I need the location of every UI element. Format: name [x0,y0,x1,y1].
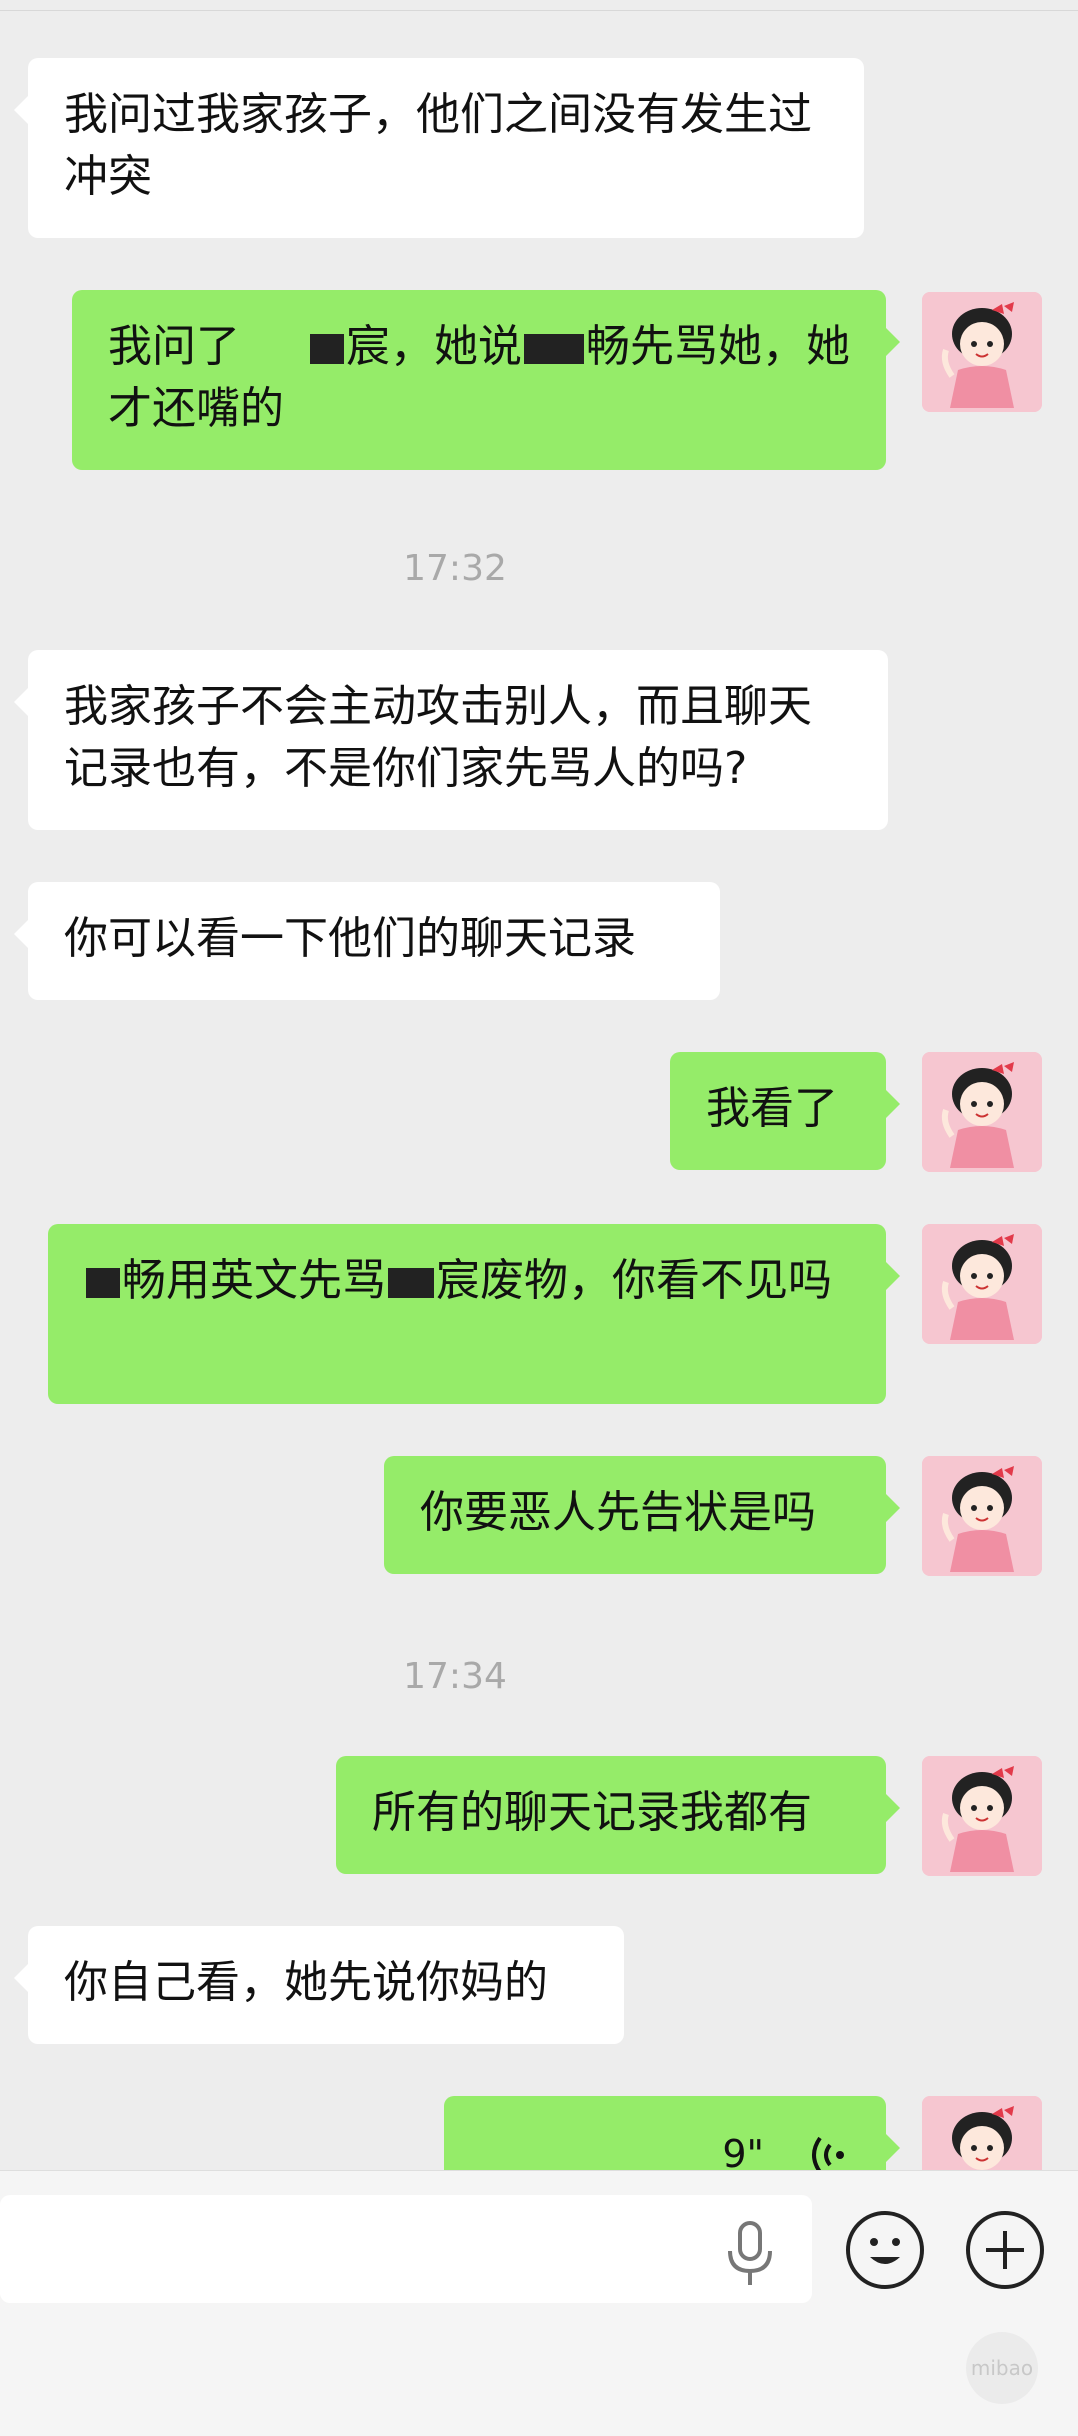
message-bubble-outgoing[interactable]: 你要恶人先告状是吗 [384,1456,900,1574]
message-text: 宸废物，你看不见吗 [436,1255,832,1306]
timestamp: 17:34 [403,1656,507,1697]
message-text: 我家孩子不会主动攻击别人，而且聊天记录也有，不是你们家先骂人的吗? [64,681,812,794]
bottom-area: mibao [0,2320,1078,2436]
avatar[interactable] [922,2096,1042,2170]
message-bubble-outgoing[interactable]: 所有的聊天记录我都有 [336,1756,900,1874]
redaction-mark [86,1268,120,1298]
timestamp: 17:32 [403,548,507,589]
message-text: 我问过我家孩子，他们之间没有发生过冲突 [64,89,812,202]
message-text: 你自己看，她先说你妈的 [64,1957,548,2008]
message-bubble-outgoing[interactable]: 畅用英文先骂 宸废物，你看不见吗 [48,1224,900,1404]
message-bubble-incoming[interactable]: 你自己看，她先说你妈的 [14,1926,624,2044]
voice-wave-icon [812,2136,844,2170]
message-text: 畅用英文先骂 [122,1255,386,1306]
avatar[interactable] [922,1224,1042,1344]
avatar[interactable] [922,1756,1042,1876]
voice-message-bubble[interactable]: 9" [444,2096,900,2170]
avatar[interactable] [922,1052,1042,1172]
microphone-icon[interactable] [722,2219,778,2289]
redaction-mark [310,334,344,364]
message-bubble-incoming[interactable]: 我问过我家孩子，他们之间没有发生过冲突 [14,58,864,238]
message-bubble-outgoing[interactable]: 我问了 宸，她说 畅先骂她，她才还嘴的 [72,290,900,470]
redaction-mark [524,334,584,364]
message-text: 你可以看一下他们的聊天记录 [64,913,636,964]
message-text: 我看了 [706,1083,838,1134]
voice-duration: 9" [722,2132,764,2170]
redaction-mark [388,1268,434,1298]
plus-icon[interactable] [966,2211,1044,2289]
emoji-icon[interactable] [846,2211,924,2289]
message-text: 所有的聊天记录我都有 [372,1787,812,1838]
message-bubble-incoming[interactable]: 你可以看一下他们的聊天记录 [14,882,720,1000]
chat-area[interactable]: 我问过我家孩子，他们之间没有发生过冲突 我问了 宸，她说 畅先骂她，她才还嘴的 17… [0,0,1078,2170]
watermark: mibao [966,2332,1038,2404]
message-text: 宸，她说 [346,321,522,372]
message-bubble-incoming[interactable]: 我家孩子不会主动攻击别人，而且聊天记录也有，不是你们家先骂人的吗? [14,650,888,830]
message-text: 我问了 [108,321,240,372]
avatar[interactable] [922,1456,1042,1576]
message-bubble-outgoing[interactable]: 我看了 [670,1052,900,1170]
message-text: 你要恶人先告状是吗 [420,1487,816,1538]
avatar[interactable] [922,292,1042,412]
input-bar [0,2170,1078,2321]
message-input[interactable] [0,2195,812,2303]
